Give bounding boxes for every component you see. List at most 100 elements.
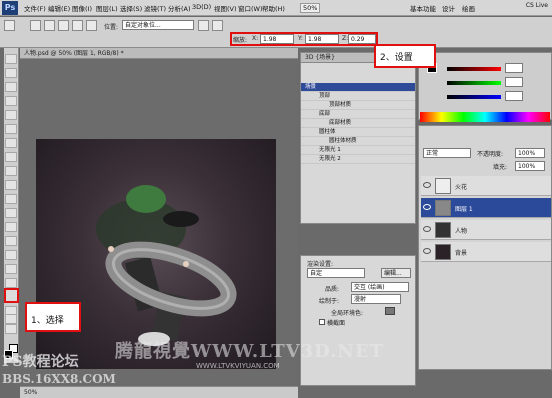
cs-live-button[interactable]: CS Live	[526, 2, 548, 9]
roll-3d-icon[interactable]	[44, 20, 55, 31]
paint-on-label: 绘制于:	[319, 298, 340, 305]
lasso-tool-icon[interactable]	[5, 82, 17, 92]
scale-3d-icon[interactable]	[86, 20, 97, 31]
layer-row[interactable]: 火花	[421, 176, 551, 196]
scene-row[interactable]: 场景	[301, 83, 415, 92]
fill-input[interactable]: 100%	[515, 161, 545, 171]
watermark-main: 腾龍視覺WWW.LTV3D.NET	[115, 341, 384, 362]
workspace-design[interactable]: 设计	[442, 3, 455, 13]
watermark-url: WWW.LTVKVIYUAN.COM	[196, 362, 280, 370]
red-value-input[interactable]	[505, 63, 523, 73]
scene-row[interactable]: 顶部	[301, 92, 415, 101]
render-edit-button[interactable]: 编辑...	[381, 268, 411, 278]
scene-row[interactable]: 顶部材质	[301, 101, 415, 110]
marquee-tool-icon[interactable]	[5, 68, 17, 78]
scene-row[interactable]: 圆柱体材质	[301, 137, 415, 146]
healing-brush-tool-icon[interactable]	[5, 138, 17, 148]
layer-row[interactable]: 背景	[421, 242, 551, 262]
menu-file[interactable]: 文件(F)	[24, 3, 46, 13]
scene-row[interactable]: 无限光 2	[301, 155, 415, 164]
delete-position-icon[interactable]	[212, 20, 223, 31]
document-tab[interactable]: 人物.psd @ 50% (图层 1, RGB/8) *	[20, 48, 298, 59]
menu-analysis[interactable]: 分析(A)	[168, 3, 191, 13]
zoom-tool-icon[interactable]	[5, 324, 17, 334]
color-ramp[interactable]	[420, 112, 550, 122]
visibility-eye-icon[interactable]	[423, 182, 431, 188]
color-panel	[418, 52, 552, 120]
scene-row[interactable]: 底部材质	[301, 119, 415, 128]
eraser-tool-icon[interactable]	[5, 194, 17, 204]
slide-3d-icon[interactable]	[72, 20, 83, 31]
red-slider[interactable]	[447, 67, 501, 71]
position-select[interactable]: 自定对象位...	[122, 20, 194, 30]
position-label: 位置:	[104, 24, 119, 31]
blue-value-input[interactable]	[505, 91, 523, 101]
3d-object-tool-selected[interactable]	[4, 288, 19, 303]
pen-tool-icon[interactable]	[5, 250, 17, 260]
blur-tool-icon[interactable]	[5, 222, 17, 232]
clone-stamp-tool-icon[interactable]	[5, 166, 17, 176]
layer-row[interactable]: 图层 1	[421, 198, 551, 218]
layer-name: 火花	[455, 184, 468, 191]
rotate-3d-icon[interactable]	[30, 20, 41, 31]
brush-tool-icon[interactable]	[5, 152, 17, 162]
zoom-level[interactable]: 50%	[300, 3, 321, 13]
visibility-eye-icon[interactable]	[423, 204, 431, 210]
menu-layer[interactable]: 图层(L)	[96, 3, 118, 13]
blue-slider[interactable]	[447, 95, 501, 99]
save-position-icon[interactable]	[198, 20, 209, 31]
menu-image[interactable]: 图像(I)	[72, 3, 92, 13]
gradient-tool-icon[interactable]	[5, 208, 17, 218]
quick-select-tool-icon[interactable]	[5, 96, 17, 106]
move-tool-icon[interactable]	[5, 54, 17, 64]
global-ambient-swatch[interactable]	[385, 307, 395, 315]
eyedropper-tool-icon[interactable]	[5, 124, 17, 134]
menu-filter[interactable]: 滤镜(T)	[144, 3, 166, 13]
type-tool-icon[interactable]	[5, 264, 17, 274]
scene-row[interactable]: 无限光 1	[301, 146, 415, 155]
callout-step-2-text: 2、设置	[380, 53, 413, 63]
status-bar: 50%	[20, 386, 298, 398]
cross-section-checkbox[interactable]	[319, 319, 325, 325]
layer-thumbnail	[435, 200, 451, 216]
scene-row[interactable]: 圆柱体	[301, 128, 415, 137]
menu-help[interactable]: 帮助(H)	[262, 3, 285, 13]
layers-panel: 正常 不透明度: 100% 填充: 100% 火花 图层 1 人物 背景	[418, 125, 552, 370]
fill-label: 填充:	[493, 164, 508, 171]
menu-edit[interactable]: 编辑(E)	[48, 3, 70, 13]
visibility-eye-icon[interactable]	[423, 226, 431, 232]
menu-window[interactable]: 窗口(W)	[238, 3, 263, 13]
scene-row[interactable]: 底部	[301, 110, 415, 119]
paint-on-select[interactable]: 漫射	[351, 294, 401, 304]
render-settings-title: 渲染设置:	[307, 261, 334, 268]
cross-section-label: 横截面	[327, 320, 346, 327]
blend-mode-select[interactable]: 正常	[423, 148, 471, 158]
dodge-tool-icon[interactable]	[5, 236, 17, 246]
drag-3d-icon[interactable]	[58, 20, 69, 31]
hand-tool-icon[interactable]	[5, 314, 17, 324]
document-canvas[interactable]	[36, 139, 276, 369]
green-slider[interactable]	[447, 81, 501, 85]
tool-preset-picker[interactable]	[4, 20, 15, 31]
menu-3d[interactable]: 3D(D)	[192, 3, 211, 11]
green-value-input[interactable]	[505, 77, 523, 87]
render-preset-select[interactable]: 自定	[307, 268, 365, 278]
crop-tool-icon[interactable]	[5, 110, 17, 120]
opacity-label: 不透明度:	[477, 151, 504, 158]
menu-view[interactable]: 视图(V)	[214, 3, 237, 13]
layer-name: 图层 1	[455, 206, 473, 213]
photoshop-logo: Ps	[2, 1, 18, 15]
history-brush-tool-icon[interactable]	[5, 180, 17, 190]
path-select-tool-icon[interactable]	[5, 278, 17, 288]
quality-label: 品质:	[325, 286, 340, 293]
menu-select[interactable]: 选择(S)	[120, 3, 142, 13]
workspace-essentials[interactable]: 基本功能	[410, 3, 436, 13]
3d-ring-artwork	[96, 185, 237, 346]
visibility-eye-icon[interactable]	[423, 248, 431, 254]
quality-select[interactable]: 交互 (绘画)	[351, 282, 409, 292]
opacity-input[interactable]: 100%	[515, 148, 545, 158]
callout-step-1-text: 1、选择	[31, 316, 64, 326]
workspace-painting[interactable]: 绘画	[462, 3, 475, 13]
layer-thumbnail	[435, 222, 451, 238]
layer-row[interactable]: 人物	[421, 220, 551, 240]
